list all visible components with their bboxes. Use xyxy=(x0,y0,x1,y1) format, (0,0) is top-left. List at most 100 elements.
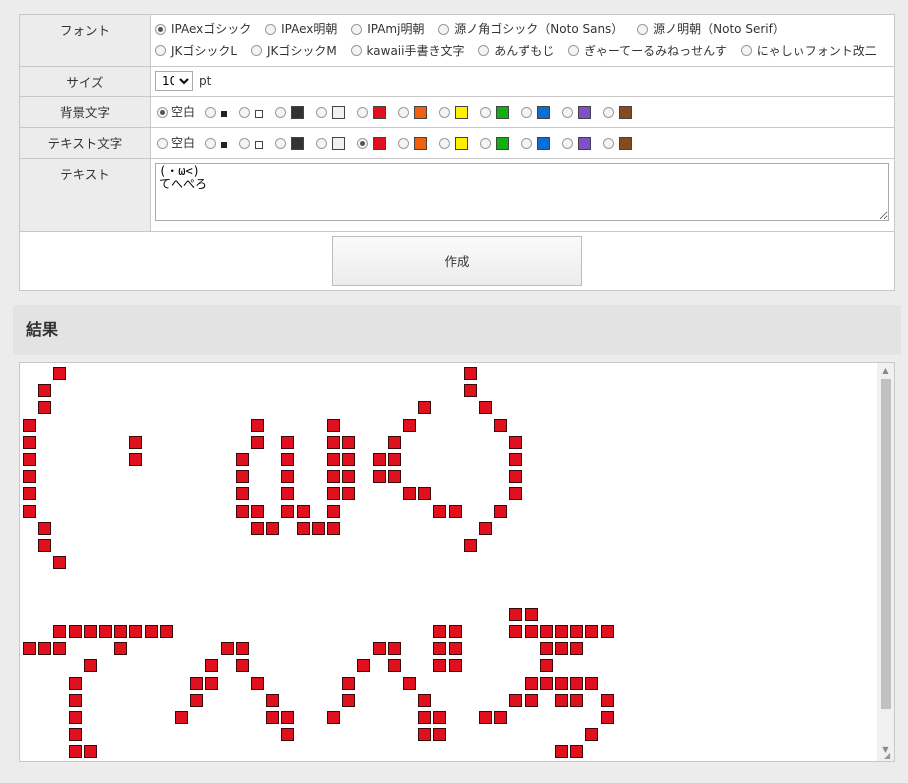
size-select[interactable]: 10 xyxy=(155,71,193,91)
radio-icon[interactable] xyxy=(265,23,277,35)
text-option-blank[interactable]: 空白 xyxy=(155,132,203,154)
font-option-kawaii[interactable]: kawaii手書き文字 xyxy=(350,41,464,61)
radio-icon[interactable] xyxy=(155,45,166,56)
radio-icon[interactable] xyxy=(357,137,369,149)
radio-icon[interactable] xyxy=(275,106,287,118)
font-option-ipamj-mincho[interactable]: IPAmj明朝 xyxy=(351,19,424,39)
bg-color-option-5[interactable] xyxy=(355,105,396,119)
radio-icon[interactable] xyxy=(250,45,262,56)
font-option-nyashi[interactable]: にゃしぃフォント改二 xyxy=(740,41,877,61)
radio-icon[interactable] xyxy=(157,137,168,149)
radio-icon[interactable] xyxy=(398,137,410,149)
radio-icon[interactable] xyxy=(480,137,492,149)
text-color-option-3[interactable] xyxy=(273,136,314,150)
radio-icon[interactable] xyxy=(350,45,362,56)
color-swatch-icon xyxy=(373,105,387,119)
radio-icon[interactable] xyxy=(157,106,168,118)
font-option-anzu[interactable]: あんずもじ xyxy=(478,41,554,61)
radio-icon[interactable] xyxy=(562,137,574,149)
radio-icon[interactable] xyxy=(521,137,533,149)
bg-color-option-8[interactable] xyxy=(478,105,519,119)
font-option-noto-sans[interactable]: 源ノ角ゴシック（Noto Sans） xyxy=(438,19,623,39)
text-color-option-7[interactable] xyxy=(437,136,478,150)
pixel-cell xyxy=(372,470,386,484)
text-color-option-8[interactable] xyxy=(478,136,519,150)
radio-icon[interactable] xyxy=(480,106,492,118)
pixel-cell xyxy=(38,401,52,415)
radio-icon[interactable] xyxy=(740,45,752,56)
radio-icon[interactable] xyxy=(398,106,410,118)
radio-icon[interactable] xyxy=(478,45,490,56)
text-color-option-1[interactable] xyxy=(203,137,237,149)
radio-icon[interactable] xyxy=(568,45,580,56)
radio-icon[interactable] xyxy=(351,23,363,35)
text-color-option-4[interactable] xyxy=(314,136,355,150)
radio-icon[interactable] xyxy=(603,137,615,149)
pixel-cell xyxy=(539,659,553,673)
pixel-cell xyxy=(144,625,158,638)
radio-icon[interactable] xyxy=(316,137,328,149)
font-option-ipaex-mincho[interactable]: IPAex明朝 xyxy=(265,19,337,39)
radio-icon[interactable] xyxy=(357,106,369,118)
bg-color-option-6[interactable] xyxy=(396,105,437,119)
pixel-cell xyxy=(68,676,82,690)
pixel-cell xyxy=(68,693,82,707)
radio-icon[interactable] xyxy=(438,23,450,35)
radio-icon[interactable] xyxy=(439,106,451,118)
text-color-option-10[interactable] xyxy=(560,136,601,150)
radio-icon[interactable] xyxy=(275,137,287,149)
scroll-up-icon[interactable]: ▲ xyxy=(877,363,894,378)
radio-icon[interactable] xyxy=(562,106,574,118)
radio-icon[interactable] xyxy=(155,23,166,35)
result-output[interactable]: ▲ ▼ ◢ xyxy=(19,362,895,762)
color-swatch-icon xyxy=(496,136,510,150)
text-input[interactable] xyxy=(155,163,889,221)
pixel-cell xyxy=(38,642,52,656)
text-color-option-6[interactable] xyxy=(396,136,437,150)
create-button[interactable]: 作成 xyxy=(332,236,582,286)
resize-grip-icon[interactable]: ◢ xyxy=(884,751,894,761)
text-color-option-2[interactable] xyxy=(237,137,273,149)
scroll-thumb[interactable] xyxy=(881,379,891,709)
pixel-cell xyxy=(129,435,143,449)
bg-color-option-1[interactable] xyxy=(203,106,237,118)
vertical-scrollbar[interactable]: ▲ ▼ xyxy=(877,363,894,761)
pixel-cell xyxy=(403,676,416,690)
font-option-jk-gothic-m[interactable]: JKゴシックM xyxy=(250,41,337,61)
radio-icon[interactable] xyxy=(521,106,533,118)
font-option-jk-gothic-l[interactable]: JKゴシックL xyxy=(155,41,237,61)
radio-icon[interactable] xyxy=(439,137,451,149)
bg-color-option-2[interactable] xyxy=(237,106,273,118)
radio-icon[interactable] xyxy=(603,106,615,118)
bg-color-option-7[interactable] xyxy=(437,105,478,119)
pixel-cell xyxy=(342,470,356,484)
bg-color-option-9[interactable] xyxy=(519,105,560,119)
pixel-cell xyxy=(53,642,67,656)
bg-option-blank[interactable]: 空白 xyxy=(155,101,203,123)
radio-icon[interactable] xyxy=(316,106,328,118)
bg-color-option-3[interactable] xyxy=(273,105,314,119)
pixel-cell xyxy=(524,625,538,638)
radio-icon[interactable] xyxy=(239,106,251,118)
text-color-option-11[interactable] xyxy=(601,136,642,150)
font-options-line-2: JKゴシックL JKゴシックM kawaii手書き文字 あんずもじ ぎゃーてーる… xyxy=(155,41,890,63)
text-color-option-9[interactable] xyxy=(519,136,560,150)
pixel-cell xyxy=(83,659,97,673)
radio-icon[interactable] xyxy=(637,23,649,35)
pixel-cell xyxy=(327,487,340,501)
font-option-noto-serif[interactable]: 源ノ明朝（Noto Serif） xyxy=(637,19,785,39)
font-option-gyate[interactable]: ぎゃーてーるみねっせんす xyxy=(568,41,727,61)
pixel-cell xyxy=(509,470,523,484)
bg-color-option-11[interactable] xyxy=(601,105,642,119)
text-color-option-5[interactable] xyxy=(355,136,396,150)
radio-icon[interactable] xyxy=(239,137,251,149)
pixel-cell xyxy=(205,676,219,690)
font-option-ipaex-gothic[interactable]: IPAexゴシック xyxy=(155,19,251,39)
pixel-cell xyxy=(235,504,249,518)
bg-color-option-10[interactable] xyxy=(560,105,601,119)
radio-icon[interactable] xyxy=(205,137,217,149)
bg-color-option-4[interactable] xyxy=(314,105,355,119)
radio-icon[interactable] xyxy=(205,106,217,118)
pixel-cell xyxy=(235,659,249,673)
button-row: 作成 xyxy=(19,231,895,291)
